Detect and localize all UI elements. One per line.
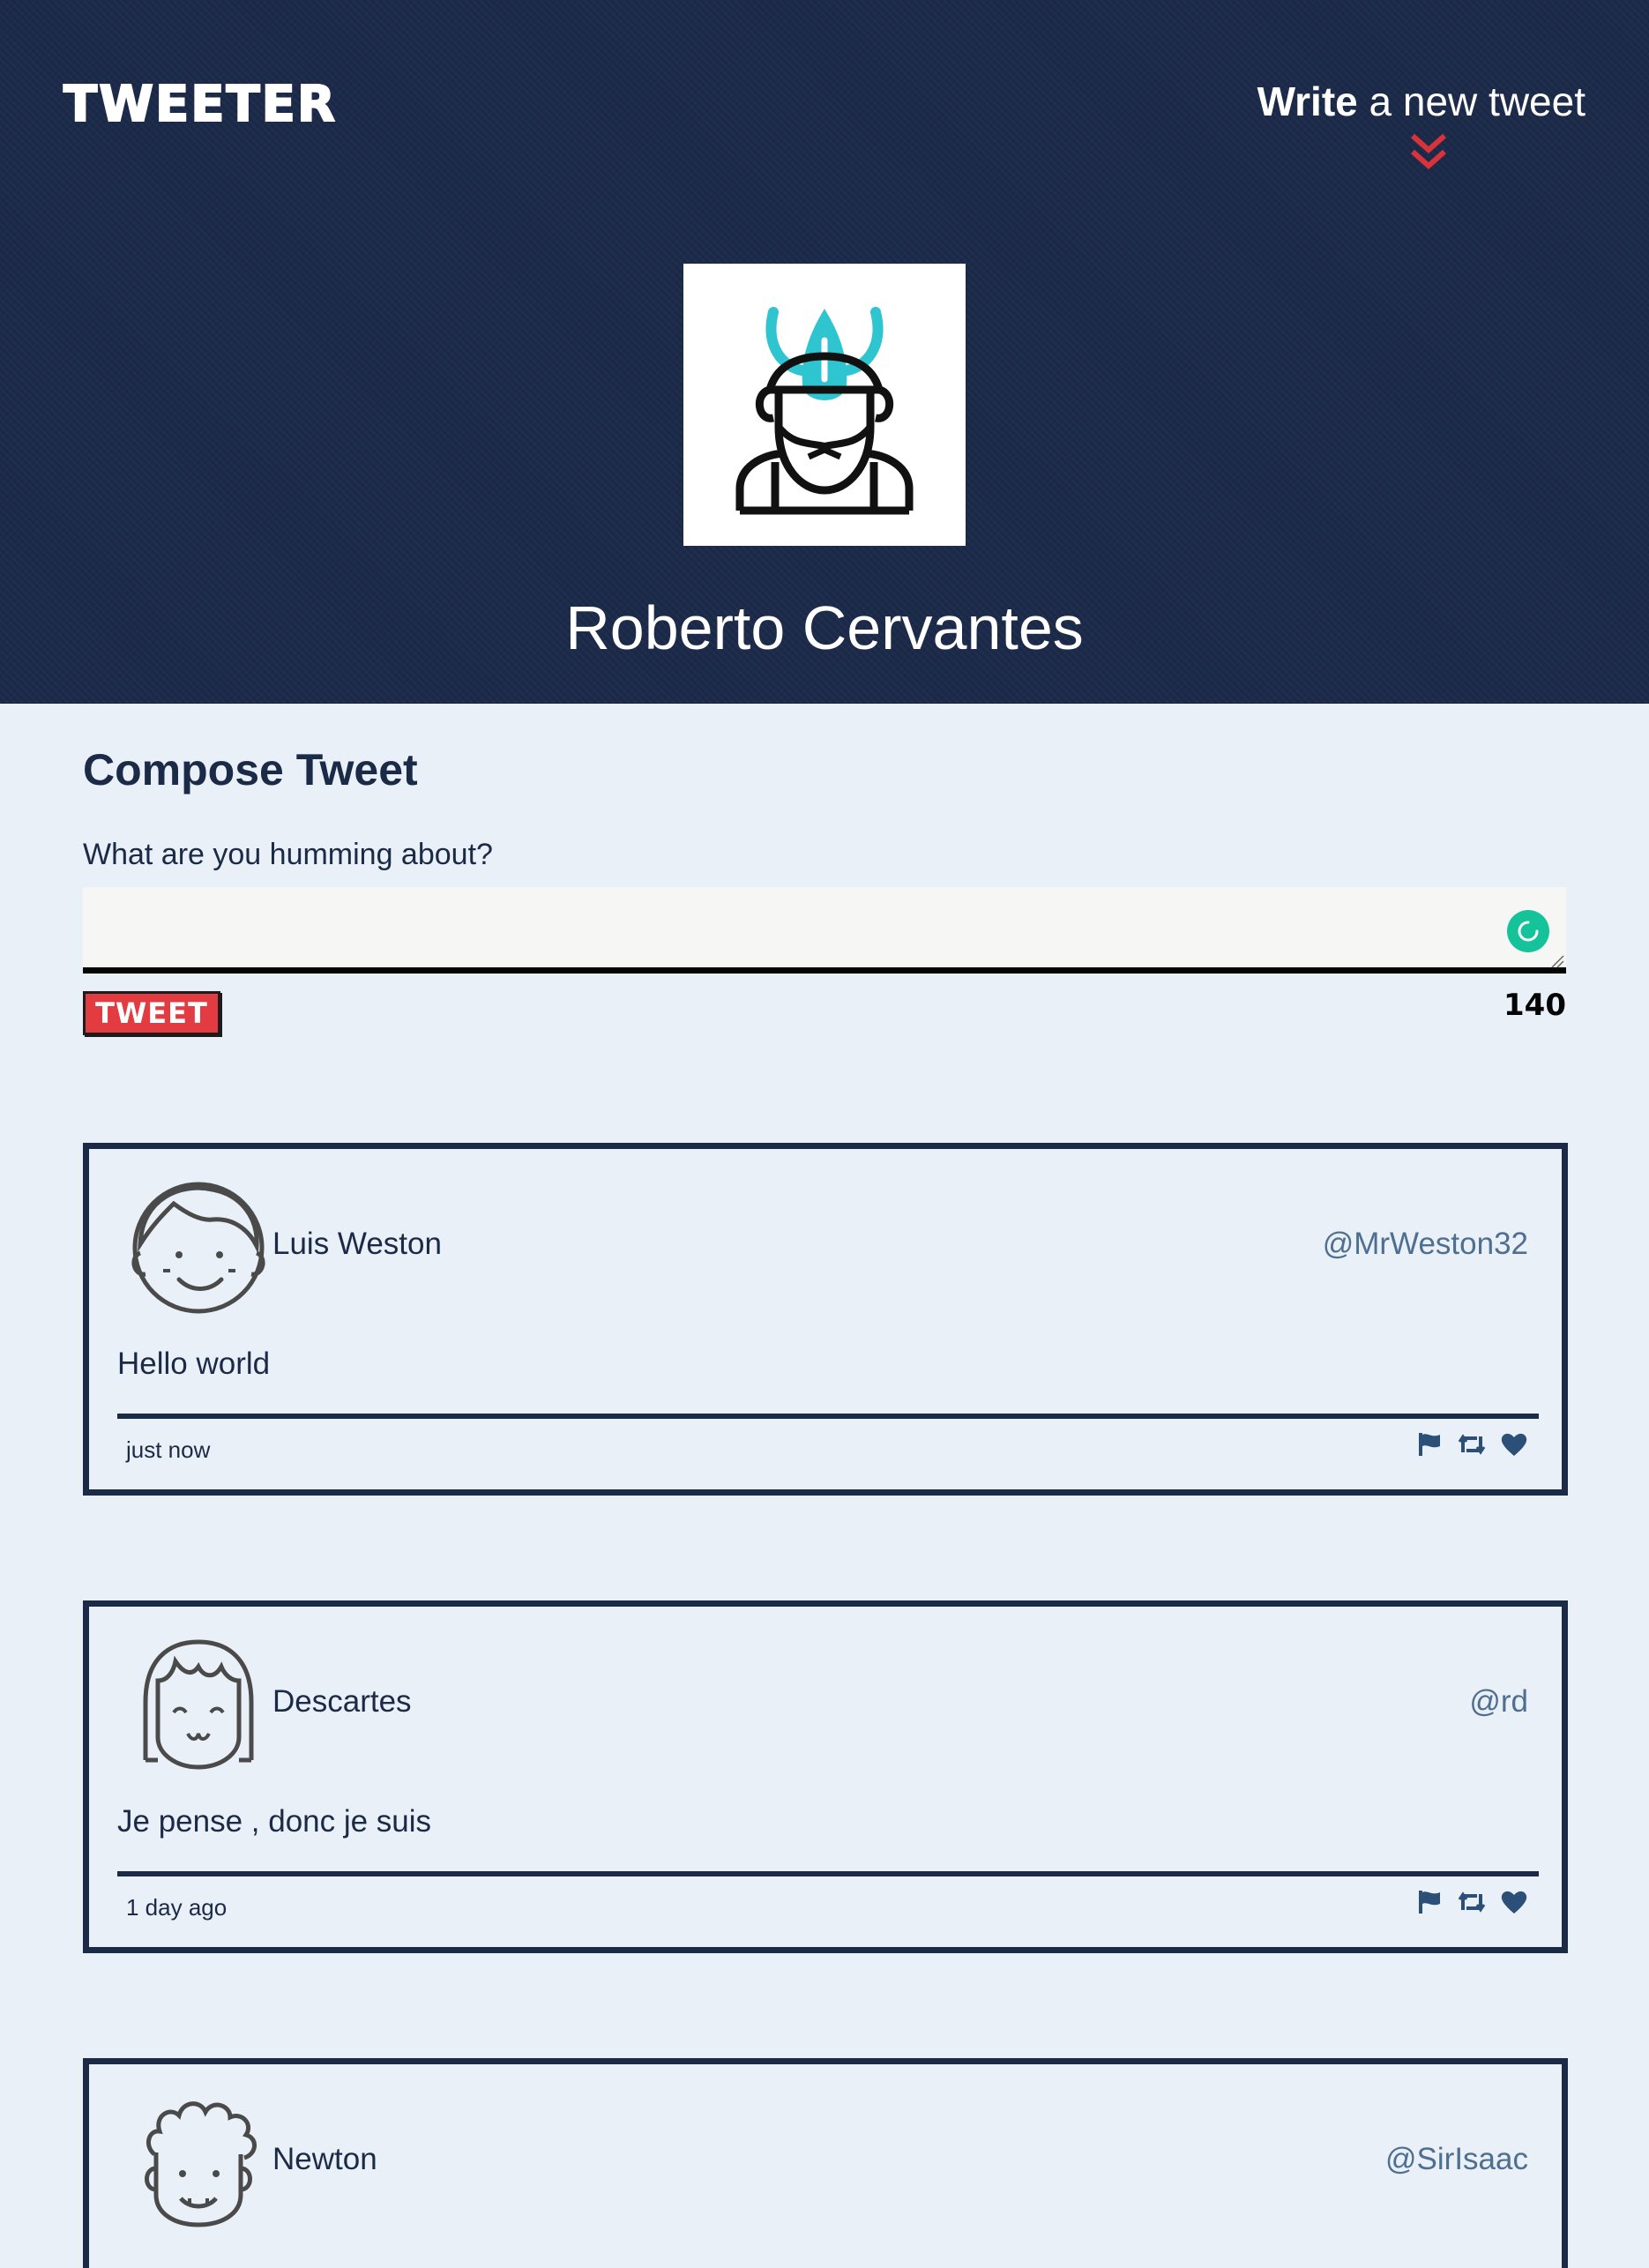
heart-icon[interactable]	[1500, 1889, 1528, 1915]
tweet-divider	[117, 1871, 1539, 1876]
compose-title: Compose Tweet	[83, 745, 418, 795]
flag-icon[interactable]	[1417, 1889, 1444, 1915]
tweet-author-name: Luis Weston	[272, 1227, 442, 1261]
tweet-body: Je pense , donc je suis	[117, 1804, 432, 1839]
tweet-submit-button[interactable]: TWEET	[83, 991, 220, 1035]
write-new-tweet-toggle[interactable]: Write a new tweet	[1257, 78, 1586, 125]
tweet-actions	[1417, 1889, 1528, 1915]
tweet-author-handle[interactable]: @SirIsaac	[1385, 2142, 1528, 2177]
tweet-timestamp: 1 day ago	[126, 1894, 228, 1921]
tweet-author-name: Newton	[272, 2142, 377, 2176]
retweet-icon[interactable]	[1458, 1431, 1486, 1458]
bangs-girl-avatar-icon	[143, 1639, 254, 1770]
flag-icon[interactable]	[1417, 1431, 1444, 1458]
tweet-card: Luis Weston @MrWeston32 Hello world just…	[83, 1143, 1568, 1496]
page-header: TWEETER Write a new tweet Roberto Cervan…	[0, 0, 1649, 704]
tweet-card: Newton @SirIsaac	[83, 2058, 1568, 2268]
profile-name: Roberto Cervantes	[565, 593, 1084, 662]
viking-avatar-icon	[735, 307, 914, 515]
tweet-author-name: Descartes	[272, 1684, 412, 1719]
heart-icon[interactable]	[1500, 1431, 1528, 1458]
tweet-author-handle[interactable]: @MrWeston32	[1323, 1227, 1528, 1262]
brand-logo[interactable]: TWEETER	[63, 75, 337, 134]
smiling-boy-avatar-icon	[131, 1182, 265, 1314]
profile-avatar	[683, 264, 966, 546]
tweet-card: Descartes @rd Je pense , donc je suis 1 …	[83, 1600, 1568, 1953]
double-chevron-down-icon[interactable]	[1407, 132, 1450, 171]
write-label-rest: a new tweet	[1369, 78, 1586, 124]
compose-label: What are you humming about?	[83, 838, 493, 871]
curly-hair-avatar-icon	[145, 2101, 257, 2227]
tweet-actions	[1417, 1431, 1528, 1458]
write-label-bold: Write	[1257, 78, 1358, 124]
retweet-icon[interactable]	[1458, 1889, 1486, 1915]
resize-handle-icon[interactable]	[1550, 954, 1564, 968]
tweet-divider	[117, 1414, 1539, 1419]
tweet-body: Hello world	[117, 1347, 271, 1381]
grammarly-icon[interactable]	[1507, 910, 1549, 952]
tweet-text-input[interactable]	[83, 887, 1566, 974]
character-counter: 140	[1504, 988, 1566, 1023]
tweet-timestamp: just now	[126, 1436, 211, 1463]
tweet-author-handle[interactable]: @rd	[1469, 1684, 1528, 1720]
